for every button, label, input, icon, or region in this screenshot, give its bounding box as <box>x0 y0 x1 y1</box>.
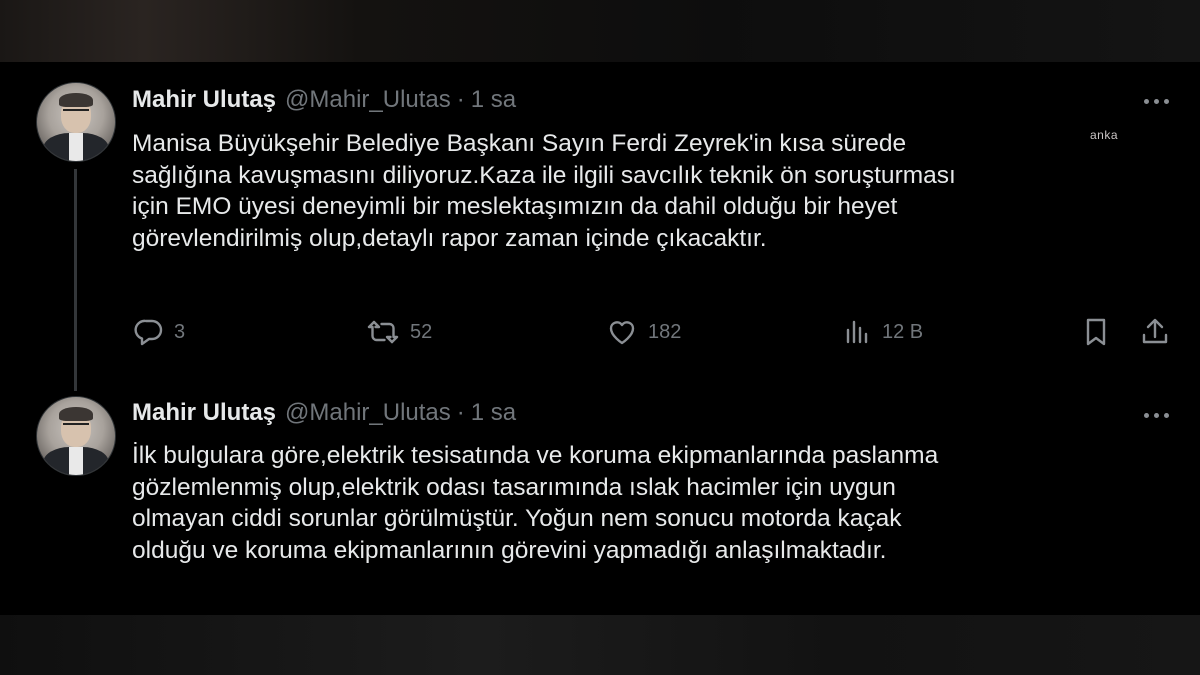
tweet-text-line: için EMO üyesi deneyimli bir meslektaşım… <box>132 193 898 220</box>
like-button[interactable]: 182 <box>606 312 681 352</box>
more-dot <box>1153 412 1159 418</box>
reply-icon <box>134 319 163 346</box>
avatar-hair <box>59 93 93 107</box>
avatar[interactable] <box>36 82 116 162</box>
author-handle[interactable]: @Mahir_Ulutas <box>285 399 451 427</box>
tweet-header: Mahir Ulutaş @Mahir_Ulutas · 1 sa <box>132 85 516 115</box>
more-dot <box>1143 98 1149 104</box>
tweet-text: Manisa Büyükşehir Belediye Başkanı Sayın… <box>132 128 1162 254</box>
avatar-glasses <box>63 109 89 117</box>
tweet-text-line: görevlendirilmiş olup,detaylı rapor zama… <box>132 224 767 252</box>
separator-dot: · <box>456 399 465 426</box>
separator-dot: · <box>456 86 465 113</box>
tweet-timestamp[interactable]: 1 sa <box>471 399 516 427</box>
tweet-header: Mahir Ulutaş @Mahir_Ulutas · 1 sa <box>132 398 516 428</box>
retweet-button[interactable]: 52 <box>366 312 432 352</box>
avatar[interactable] <box>36 396 116 476</box>
share-button[interactable] <box>1140 312 1170 352</box>
tweet-text-line: İlk bulgulara göre,elektrik tesisatında … <box>132 442 939 469</box>
blurred-background-bottom <box>0 615 1200 675</box>
blurred-background-top <box>0 0 1200 62</box>
author-name[interactable]: Mahir Ulutaş <box>132 399 276 427</box>
like-count: 182 <box>648 320 682 343</box>
tweet-text-line: olmayan ciddi sorunlar görülmüştür. Yoğu… <box>132 505 902 532</box>
avatar-shirt <box>69 133 83 161</box>
more-icon[interactable] <box>1136 403 1176 427</box>
tweet[interactable]: Mahir Ulutaş @Mahir_Ulutas · 1 sa İlk bu… <box>0 374 1200 615</box>
reply-count: 3 <box>174 320 186 343</box>
bookmark-icon <box>1086 318 1106 346</box>
bookmark-button[interactable] <box>1083 312 1109 352</box>
more-icon[interactable] <box>1136 89 1176 113</box>
more-dot <box>1163 412 1169 418</box>
tweet-timestamp[interactable]: 1 sa <box>471 86 516 114</box>
author-name[interactable]: Mahir Ulutaş <box>132 86 276 114</box>
retweet-icon <box>367 320 399 344</box>
views-button[interactable]: 12 B <box>844 312 923 352</box>
views-count: 12 B <box>882 320 924 343</box>
author-handle[interactable]: @Mahir_Ulutas <box>285 86 451 114</box>
avatar-shirt <box>69 447 83 475</box>
watermark: anka <box>1090 128 1119 142</box>
tweet-text-line: gözlemlenmiş olup,elektrik odası tasarım… <box>132 473 896 501</box>
reply-button[interactable]: 3 <box>134 312 185 352</box>
tweet-text-line: Manisa Büyükşehir Belediye Başkanı Sayın… <box>132 130 907 157</box>
share-icon <box>1142 318 1168 344</box>
avatar-glasses <box>63 423 89 431</box>
tweet-actions: 3 52 182 12 B <box>0 312 1200 352</box>
more-dot <box>1143 412 1149 418</box>
tweet[interactable]: Mahir Ulutaş @Mahir_Ulutas · 1 sa Manisa… <box>0 62 1200 374</box>
tweet-text-line: sağlığına kavuşmasını diliyoruz.Kaza ile… <box>132 161 956 189</box>
more-dot <box>1153 98 1159 104</box>
more-dot <box>1163 98 1169 104</box>
views-icon <box>846 320 868 344</box>
retweet-count: 52 <box>410 320 433 343</box>
like-icon <box>609 321 635 345</box>
tweet-text-line: olduğu ve koruma ekipmanlarının görevini… <box>132 536 887 564</box>
avatar-hair <box>59 407 93 421</box>
tweet-text: İlk bulgulara göre,elektrik tesisatında … <box>132 440 1162 566</box>
